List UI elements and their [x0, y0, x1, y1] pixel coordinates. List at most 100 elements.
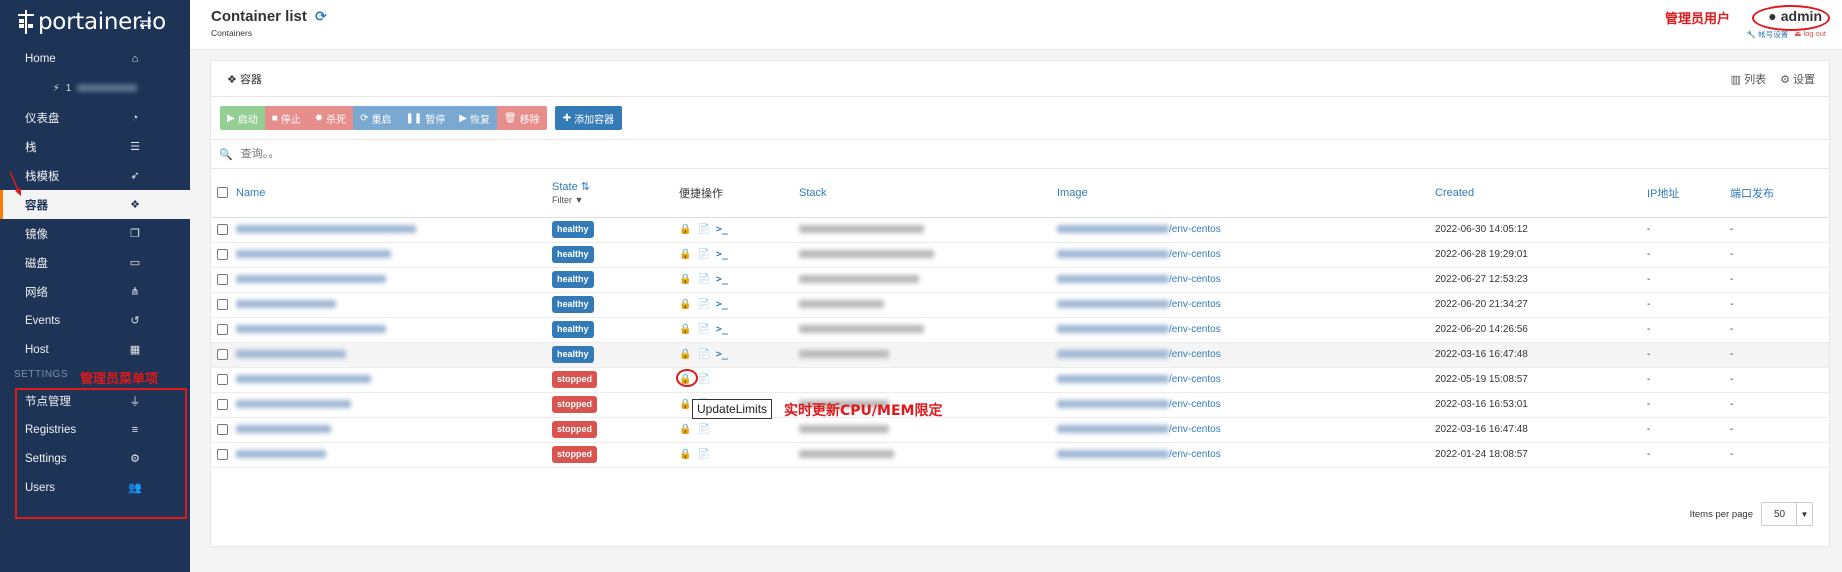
items-per-page-select[interactable]: 50 ▼ [1761, 502, 1813, 526]
sidebar-item-networks[interactable]: 网络 ⋔ [0, 277, 190, 306]
brand[interactable]: portainer.io ⇄ [0, 0, 190, 44]
terminal-icon[interactable]: >_ [716, 274, 728, 285]
sidebar-item-volumes[interactable]: 磁盘 ▭ [0, 248, 190, 277]
row-checkbox[interactable] [217, 423, 228, 435]
terminal-icon[interactable]: >_ [716, 324, 728, 335]
ip-column-header[interactable]: IP地址 [1647, 188, 1679, 200]
image-name[interactable]: /env-centos [1169, 249, 1221, 260]
name-column-header[interactable]: Name [236, 187, 265, 199]
lock-icon[interactable]: 🔒 [679, 449, 691, 460]
table-row[interactable]: healthy 🔒 📄 >_ /env-centos 2022-06-28 19:29:0… [211, 242, 1829, 267]
image-name[interactable]: /env-centos [1169, 399, 1221, 410]
table-row[interactable]: healthy 🔒 📄 >_ /env-centos 2022-06-27 12:53:2… [211, 267, 1829, 292]
table-settings-button[interactable]: ⚙ 设置 [1780, 71, 1815, 87]
remove-button[interactable]: 🗑 移除 [497, 106, 547, 130]
start-button[interactable]: ▶ 启动 [220, 106, 265, 130]
refresh-icon[interactable]: ⟳ [315, 8, 327, 24]
restart-button[interactable]: ⟳ 重启 [353, 106, 399, 130]
file-icon[interactable]: 📄 [697, 249, 709, 260]
sidebar-item-home[interactable]: Home ⌂ [0, 44, 190, 73]
image-name[interactable]: /env-centos [1169, 449, 1221, 460]
image-name[interactable]: /env-centos [1169, 224, 1221, 235]
table-row[interactable]: stopped🔒📄/env-centos2022-03-16 16:53:01-… [211, 392, 1829, 417]
ip-address: - [1647, 374, 1651, 385]
image-column-header[interactable]: Image [1057, 187, 1088, 199]
file-icon[interactable]: 📄 [697, 449, 709, 460]
container-name-redacted[interactable] [236, 450, 326, 459]
table-row[interactable]: healthy 🔒 📄 >_ /env-centos 2022-03-16 16:47:4… [211, 342, 1829, 367]
lock-icon[interactable]: 🔒 [679, 299, 691, 310]
file-icon[interactable]: 📄 [697, 224, 709, 235]
table-row[interactable]: stopped 🔒 📄/env-centos 2022-01-24 18:08:57-… [211, 442, 1829, 467]
file-icon[interactable]: 📄 [697, 374, 709, 385]
sidebar-item-templates[interactable]: 栈模板 ➶ [0, 161, 190, 190]
state-filter[interactable]: Filter ▼ [552, 195, 679, 205]
image-name[interactable]: /env-centos [1169, 299, 1221, 310]
kill-button[interactable]: ✹ 杀死 [307, 106, 354, 130]
container-name-redacted[interactable] [236, 325, 386, 334]
row-checkbox[interactable] [217, 248, 228, 260]
container-name-redacted[interactable] [236, 375, 371, 384]
container-name-redacted[interactable] [236, 425, 331, 434]
ports-column-header[interactable]: 端口发布 [1730, 188, 1774, 200]
sidebar-item-containers[interactable]: 容器 ❖ [0, 190, 190, 219]
row-checkbox[interactable] [217, 273, 228, 285]
lock-icon[interactable]: 🔒 [679, 324, 691, 335]
stop-button[interactable]: ■ 停止 [264, 106, 308, 130]
file-icon[interactable]: 📄 [697, 324, 709, 335]
terminal-icon[interactable]: >_ [716, 224, 728, 235]
image-name[interactable]: /env-centos [1169, 424, 1221, 435]
image-name[interactable]: /env-centos [1169, 349, 1221, 360]
sidebar-item-host[interactable]: Host ▦ [0, 335, 190, 364]
pause-button[interactable]: ❚❚ 暂停 [398, 106, 453, 130]
container-name-redacted[interactable] [236, 350, 346, 359]
sidebar-item-dashboard[interactable]: 仪表盘 ◔ [0, 103, 190, 132]
search-input[interactable] [240, 148, 641, 160]
container-name-redacted[interactable] [236, 300, 336, 309]
resume-button[interactable]: ▶ 恢复 [452, 106, 497, 130]
terminal-icon[interactable]: >_ [716, 249, 728, 260]
sidebar-item-events[interactable]: Events ↺ [0, 306, 190, 335]
row-checkbox[interactable] [217, 448, 228, 460]
lock-icon[interactable]: 🔒 [679, 424, 691, 435]
created-column-header[interactable]: Created [1435, 187, 1474, 199]
file-icon[interactable]: 📄 [697, 349, 709, 360]
lock-icon[interactable]: 🔒 [679, 274, 691, 285]
file-icon[interactable]: 📄 [697, 274, 709, 285]
image-name[interactable]: /env-centos [1169, 374, 1221, 385]
terminal-icon[interactable]: >_ [716, 299, 728, 310]
row-checkbox[interactable] [217, 398, 228, 410]
row-checkbox[interactable] [217, 348, 228, 360]
add-container-button[interactable]: ✚ 添加容器 [554, 106, 623, 130]
image-name[interactable]: /env-centos [1169, 324, 1221, 335]
sidebar-item-stacks[interactable]: 栈 ☰ [0, 132, 190, 161]
table-row[interactable]: stopped 🔒 📄/env-centos 2022-03-16 16:47:48-… [211, 417, 1829, 442]
table-row[interactable]: healthy 🔒 📄 >_ /env-centos 2022-06-20 21:34:2… [211, 292, 1829, 317]
sidebar-item-images[interactable]: 镜像 ❐ [0, 219, 190, 248]
container-name-redacted[interactable] [236, 225, 416, 234]
image-name[interactable]: /env-centos [1169, 274, 1221, 285]
stack-column-header[interactable]: Stack [799, 187, 827, 199]
endpoint-selector[interactable]: ⚡ 1 [0, 73, 190, 103]
sidebar-toggle-icon[interactable]: ⇄ [139, 14, 152, 32]
row-checkbox[interactable] [217, 323, 228, 335]
table-row[interactable]: healthy 🔒 📄 >_ /env-centos 2022-06-20 14:26:5… [211, 317, 1829, 342]
lock-icon[interactable]: 🔒 [679, 349, 691, 360]
file-icon[interactable]: 📄 [697, 299, 709, 310]
container-name-redacted[interactable] [236, 250, 391, 259]
state-column-header[interactable]: State ⇅ [552, 181, 590, 193]
lock-icon[interactable]: 🔒 [679, 399, 691, 410]
columns-button[interactable]: ▥ 列表 [1731, 71, 1766, 87]
select-all-checkbox[interactable] [217, 187, 228, 199]
table-row[interactable]: stopped 🔒 📄/env-centos 2022-05-19 15:08:57-… [211, 367, 1829, 392]
lock-icon[interactable]: 🔒 [679, 249, 691, 260]
container-name-redacted[interactable] [236, 275, 386, 284]
row-checkbox[interactable] [217, 223, 228, 235]
file-icon[interactable]: 📄 [697, 424, 709, 435]
table-row[interactable]: healthy 🔒 📄 >_ /env-centos 2022-06-30 14:05:1… [211, 217, 1829, 242]
lock-icon[interactable]: 🔒 [679, 224, 691, 235]
container-name-redacted[interactable] [236, 400, 351, 409]
row-checkbox[interactable] [217, 298, 228, 310]
terminal-icon[interactable]: >_ [716, 349, 728, 360]
row-checkbox[interactable] [217, 373, 228, 385]
